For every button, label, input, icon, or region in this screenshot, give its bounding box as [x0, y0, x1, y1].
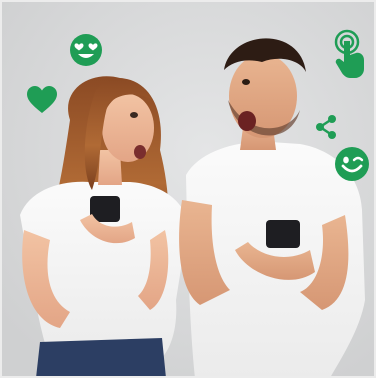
- wink-icon: [335, 147, 369, 181]
- heart-eyes-icon: [70, 34, 102, 66]
- share-icon: [316, 115, 336, 139]
- heart-icon: [27, 86, 57, 113]
- tap-gesture-icon: [334, 29, 364, 78]
- hero-photo: [0, 0, 376, 378]
- photo-scene: [0, 0, 376, 378]
